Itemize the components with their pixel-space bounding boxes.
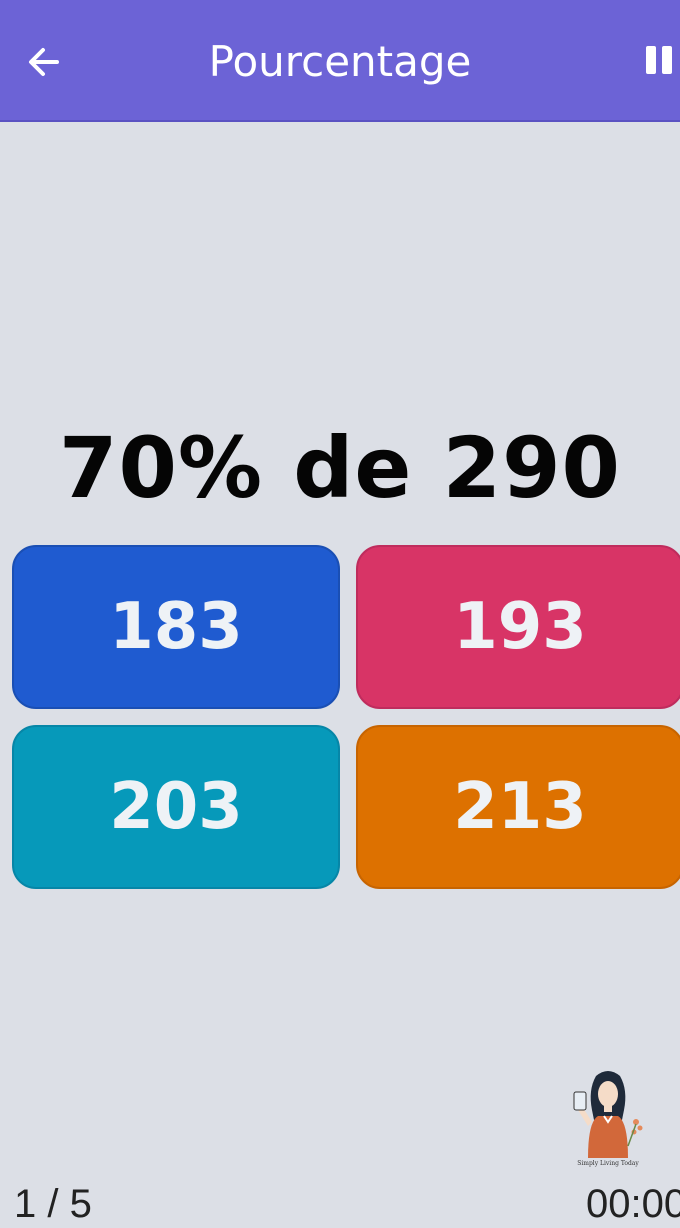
- timer: 00:00: [586, 1182, 680, 1226]
- answer-button-4[interactable]: 213: [356, 725, 680, 889]
- pause-button[interactable]: [640, 40, 680, 84]
- answer-button-3[interactable]: 203: [12, 725, 340, 889]
- woman-illustration-icon: [573, 1071, 643, 1158]
- page-title: Pourcentage: [208, 37, 472, 86]
- answer-button-1[interactable]: 183: [12, 545, 340, 709]
- app-bar: Pourcentage: [0, 0, 680, 122]
- arrow-left-icon: [29, 48, 59, 76]
- answer-button-2[interactable]: 193: [356, 545, 680, 709]
- question-progress: 1 / 5: [14, 1182, 92, 1226]
- watermark-logo: Simply Living Today: [566, 1066, 650, 1174]
- question-text: 70% de 290: [59, 419, 621, 517]
- back-button[interactable]: [18, 36, 70, 88]
- watermark-caption: Simply Living Today: [577, 1160, 639, 1167]
